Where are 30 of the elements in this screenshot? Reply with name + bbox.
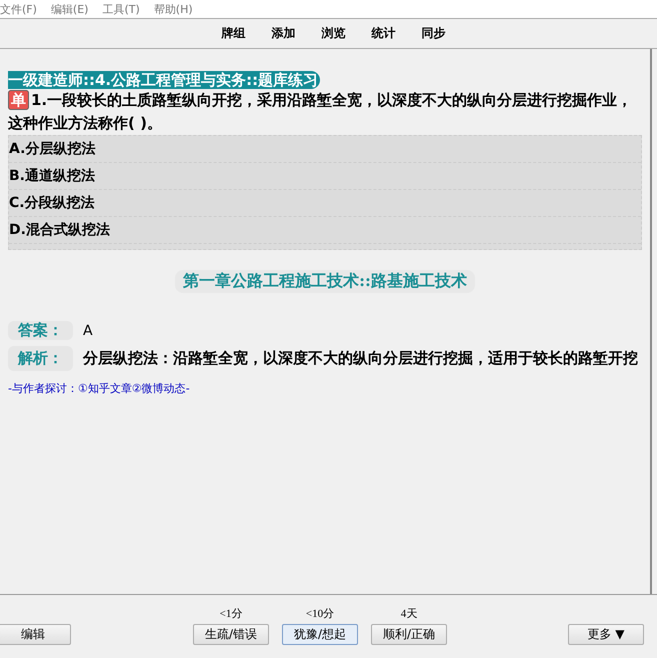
- option-item[interactable]: C.分段纵挖法: [9, 190, 641, 217]
- option-item[interactable]: D.混合式纵挖法: [9, 217, 641, 244]
- toolbar-link[interactable]: 浏览: [322, 25, 346, 42]
- edit-button[interactable]: 编辑: [0, 624, 71, 645]
- menu-item[interactable]: 工具(T): [102, 2, 140, 16]
- interval-label: 4天: [400, 607, 418, 620]
- chapter-title: 第一章公路工程施工技术::路基施工技术: [175, 270, 475, 293]
- more-button[interactable]: 更多 ▼: [568, 624, 644, 645]
- toolbar-link[interactable]: 统计: [372, 25, 396, 42]
- type-badge: 单: [8, 90, 29, 110]
- interval-label: <10分: [306, 607, 334, 620]
- menu-item[interactable]: 编辑(E): [50, 2, 88, 16]
- answer-label: 答案：: [8, 321, 73, 340]
- interval-label: <1分: [220, 607, 242, 620]
- deck-path: 一级建造师::4.公路工程管理与实务::题库练习: [8, 71, 320, 89]
- analysis-label: 解析：: [8, 346, 73, 371]
- answer-button[interactable]: 顺利/正确: [371, 624, 447, 645]
- answer-button[interactable]: 生疏/错误: [193, 624, 269, 645]
- analysis-text: 解析： 分层纵挖法：沿路堑全宽，以深度不大的纵向分层进行挖掘，适用于较长的路堑开挖: [8, 346, 642, 371]
- toolbar-link[interactable]: 同步: [422, 25, 446, 42]
- option-item[interactable]: B.通道纵挖法: [9, 163, 641, 190]
- toolbar-link[interactable]: 添加: [272, 25, 296, 42]
- question-text: 单 1.一段较长的土质路堑纵向开挖，采用沿路堑全宽，以深度不大的纵向分层进行挖掘作业，这种作业方法称作( )。: [8, 89, 634, 134]
- menu-item[interactable]: 文件(F): [0, 2, 37, 16]
- menu-item[interactable]: 帮助(H): [154, 2, 193, 16]
- option-item[interactable]: A.分层纵挖法: [9, 136, 641, 163]
- discussion-link[interactable]: -与作者探讨：①知乎文章②微博动态-: [8, 381, 642, 396]
- answer-text: A: [83, 322, 93, 338]
- answer-button[interactable]: 犹豫/想起: [282, 624, 358, 645]
- toolbar-link[interactable]: 牌组: [222, 25, 246, 42]
